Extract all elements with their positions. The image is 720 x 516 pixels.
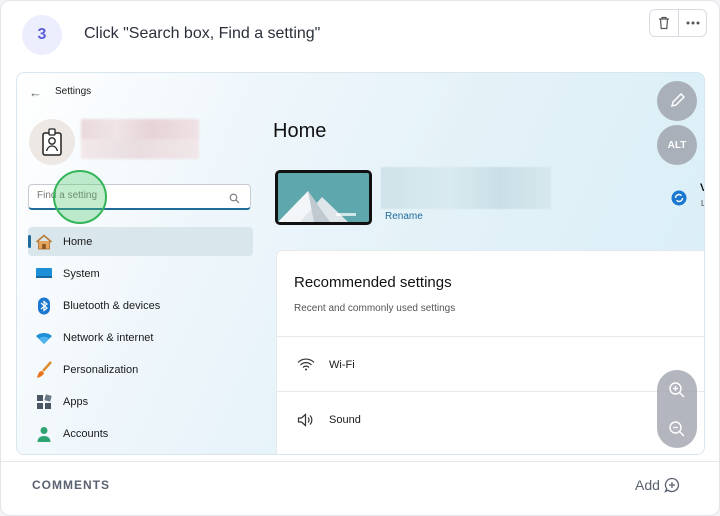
window-title: Settings — [55, 86, 92, 97]
nav-item-bluetooth[interactable]: Bluetooth & devices — [28, 291, 253, 320]
avatar[interactable] — [29, 119, 75, 165]
recommended-settings-card: Recommended settings Recent and commonly… — [276, 250, 704, 454]
bluetooth-icon — [35, 297, 53, 315]
settings-main-pane: Home Rename V L Recommended settings Rec — [273, 73, 704, 454]
settings-nav: Home System Bluetooth & devices Network … — [28, 227, 253, 451]
nav-item-apps[interactable]: Apps — [28, 387, 253, 416]
setting-row-wifi[interactable]: Wi-Fi — [277, 336, 704, 392]
sync-icon[interactable] — [671, 190, 687, 211]
nav-label: Home — [63, 235, 93, 248]
add-comment-label: Add — [635, 477, 660, 493]
brush-icon — [35, 360, 53, 379]
speaker-icon — [296, 412, 316, 427]
nav-label: Network & internet — [63, 331, 154, 344]
step-screenshot: ← Settings Home — [16, 72, 705, 455]
page-title: Home — [273, 120, 327, 142]
section-title: Recommended settings — [294, 274, 452, 291]
nav-label: Personalization — [63, 363, 139, 376]
delete-button[interactable] — [650, 10, 678, 36]
home-icon — [35, 233, 53, 251]
add-comment-button[interactable]: Add — [635, 477, 680, 493]
edit-button[interactable] — [657, 81, 697, 121]
nav-item-network[interactable]: Network & internet — [28, 323, 253, 352]
person-badge-icon — [42, 128, 62, 156]
blurred-account-name — [81, 119, 199, 159]
wifi-icon — [296, 358, 316, 371]
nav-label: Apps — [63, 395, 89, 408]
search-icon — [229, 191, 240, 209]
zoom-in-icon — [669, 381, 685, 397]
alt-text-button[interactable]: ALT — [657, 125, 697, 165]
section-subtitle: Recent and commonly used settings — [294, 303, 456, 314]
zoom-in-button[interactable] — [657, 370, 697, 409]
nav-item-personalization[interactable]: Personalization — [28, 355, 253, 384]
apps-icon — [35, 393, 53, 411]
zoom-controls — [657, 370, 697, 448]
more-options-button[interactable] — [678, 10, 706, 36]
step-actions — [649, 9, 707, 37]
blurred-device-name — [381, 167, 551, 209]
monitor-icon — [35, 265, 53, 283]
step-number-badge: 3 — [22, 15, 62, 55]
zoom-out-icon — [669, 420, 685, 436]
nav-label: System — [63, 267, 100, 280]
more-horizontal-icon — [686, 21, 699, 25]
click-target-marker — [53, 170, 107, 224]
trash-icon — [659, 16, 669, 30]
nav-item-accounts[interactable]: Accounts — [28, 419, 253, 448]
wifi-icon — [35, 329, 53, 347]
nav-label: Bluetooth & devices — [63, 299, 161, 312]
person-icon — [35, 425, 53, 443]
comments-label: COMMENTS — [32, 478, 110, 492]
truncated-text: L — [701, 199, 704, 208]
zoom-out-button[interactable] — [657, 409, 697, 448]
setting-row-label: Sound — [329, 413, 361, 426]
device-wallpaper-thumbnail[interactable] — [275, 170, 372, 225]
divider — [1, 461, 719, 462]
back-arrow-icon[interactable]: ← — [29, 85, 42, 100]
setting-row-label: Wi-Fi — [329, 358, 355, 371]
step-title: Click "Search box, Find a setting" — [84, 25, 321, 42]
nav-item-home[interactable]: Home — [28, 227, 253, 256]
truncated-text: V — [700, 182, 704, 194]
step-card: 3 Click "Search box, Find a setting" ← S… — [0, 0, 720, 516]
add-comment-icon — [664, 477, 680, 493]
pencil-icon — [670, 93, 685, 108]
nav-label: Accounts — [63, 427, 109, 440]
nav-item-system[interactable]: System — [28, 259, 253, 288]
rename-link[interactable]: Rename — [385, 211, 423, 222]
setting-row-sound[interactable]: Sound — [277, 391, 704, 447]
